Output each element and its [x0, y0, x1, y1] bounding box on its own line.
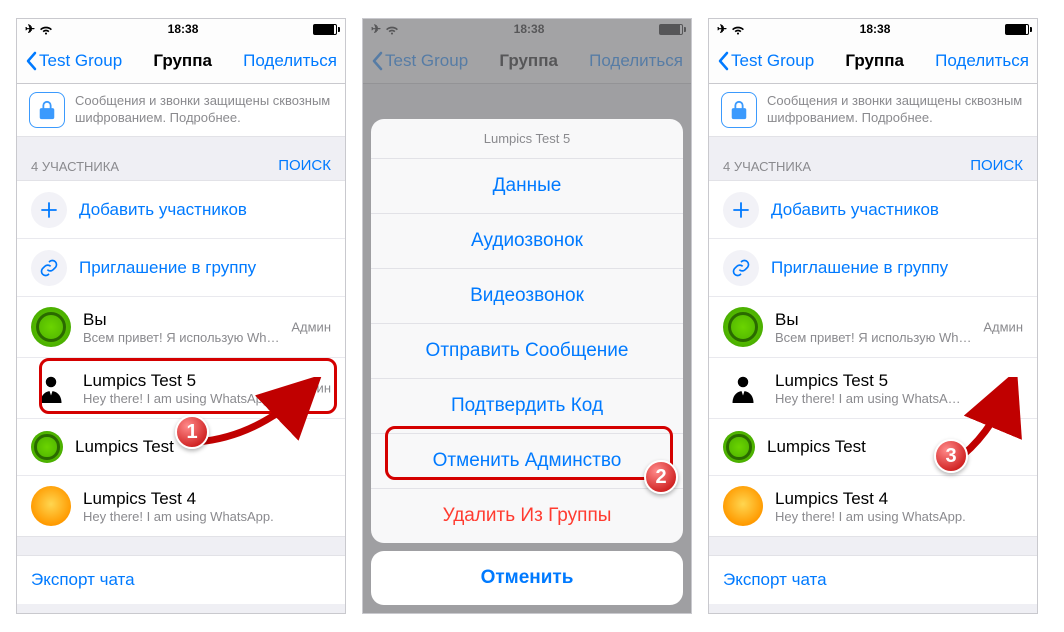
- member-lumpics4-name: Lumpics Test 4: [83, 489, 331, 509]
- participants-count: 4 УЧАСТНИКА: [723, 159, 811, 174]
- status-time: 18:38: [860, 22, 891, 36]
- sheet-cancel[interactable]: Отменить: [371, 551, 683, 605]
- avatar-lumpics4: [723, 486, 763, 526]
- link-icon: [31, 250, 67, 286]
- member-lumpics[interactable]: Lumpics Test: [17, 419, 345, 476]
- participants-list: Добавить участников Приглашение в группу…: [17, 180, 345, 537]
- member-lumpics4-status: Hey there! I am using WhatsApp.: [83, 509, 331, 524]
- action-sheet-group: Lumpics Test 5 Данные Аудиозвонок Видеоз…: [371, 119, 683, 543]
- wifi-icon: [731, 22, 745, 36]
- sheet-audio[interactable]: Аудиозвонок: [371, 213, 683, 268]
- nav-title: Группа: [153, 51, 212, 71]
- battery-icon: [1005, 24, 1029, 35]
- member-lumpics5[interactable]: Lumpics Test 5 Hey there! I am using Wha…: [709, 358, 1037, 419]
- participants-header: 4 УЧАСТНИКА ПОИСК: [709, 137, 1037, 180]
- plus-icon: [31, 192, 67, 228]
- encryption-text: Сообщения и звонки защищены сквозным шиф…: [767, 93, 1025, 127]
- link-icon: [723, 250, 759, 286]
- avatar-lumpics5: [31, 368, 71, 408]
- airplane-icon: ✈: [717, 22, 727, 36]
- export-chat-row[interactable]: Экспорт чата: [17, 555, 345, 604]
- back-label: Test Group: [731, 51, 814, 71]
- member-you-badge: Админ: [291, 320, 331, 335]
- member-lumpics[interactable]: Lumpics Test: [709, 419, 1037, 476]
- add-participants-label: Добавить участников: [771, 200, 1023, 220]
- participants-header: 4 УЧАСТНИКА ПОИСК: [17, 137, 345, 180]
- member-lumpics-name: Lumpics Test: [767, 437, 1023, 457]
- chevron-left-icon: [717, 51, 729, 71]
- share-button[interactable]: Поделиться: [243, 51, 337, 71]
- member-you-badge: Админ: [983, 320, 1023, 335]
- status-time: 18:38: [168, 22, 199, 36]
- member-lumpics-name: Lumpics Test: [75, 437, 331, 457]
- search-link[interactable]: ПОИСК: [278, 157, 331, 174]
- encryption-row[interactable]: Сообщения и звонки защищены сквозным шиф…: [17, 84, 345, 137]
- add-participants-row[interactable]: Добавить участников: [709, 181, 1037, 239]
- add-participants-row[interactable]: Добавить участников: [17, 181, 345, 239]
- avatar-you: [31, 307, 71, 347]
- sheet-video[interactable]: Видеозвонок: [371, 268, 683, 323]
- chevron-left-icon: [25, 51, 37, 71]
- member-lumpics5-badge: Админ: [291, 381, 331, 396]
- lock-icon: [721, 92, 757, 128]
- nav-title: Группа: [845, 51, 904, 71]
- invite-link-label: Приглашение в группу: [771, 258, 1023, 278]
- search-link[interactable]: ПОИСК: [970, 157, 1023, 174]
- avatar-lumpics5: [723, 368, 763, 408]
- nav-bar: Test Group Группа Поделиться: [709, 39, 1037, 84]
- status-bar: ✈ 18:38: [709, 19, 1037, 39]
- screen-2: ✈ 18:38 Test Group Группа Поделиться Lum…: [362, 18, 692, 614]
- screen-1: ✈ 18:38 Test Group Группа Поделиться Соо…: [16, 18, 346, 614]
- share-button[interactable]: Поделиться: [935, 51, 1029, 71]
- lock-icon: [29, 92, 65, 128]
- add-participants-label: Добавить участников: [79, 200, 331, 220]
- member-lumpics4[interactable]: Lumpics Test 4 Hey there! I am using Wha…: [17, 476, 345, 536]
- invite-link-label: Приглашение в группу: [79, 258, 331, 278]
- nav-bar: Test Group Группа Поделиться: [17, 39, 345, 84]
- action-sheet: Lumpics Test 5 Данные Аудиозвонок Видеоз…: [371, 119, 683, 605]
- back-label: Test Group: [39, 51, 122, 71]
- avatar-lumpics: [723, 431, 755, 463]
- member-lumpics5-status: Hey there! I am using WhatsA…: [775, 391, 1023, 406]
- sheet-title: Lumpics Test 5: [371, 119, 683, 158]
- participants-list: Добавить участников Приглашение в группу…: [709, 180, 1037, 537]
- invite-link-row[interactable]: Приглашение в группу: [709, 239, 1037, 297]
- back-button[interactable]: Test Group: [25, 51, 122, 71]
- sheet-revoke-admin[interactable]: Отменить Админство: [371, 433, 683, 488]
- back-button[interactable]: Test Group: [717, 51, 814, 71]
- member-lumpics4-status: Hey there! I am using WhatsApp.: [775, 509, 1023, 524]
- avatar-lumpics4: [31, 486, 71, 526]
- battery-icon: [313, 24, 337, 35]
- avatar-you: [723, 307, 763, 347]
- sheet-send[interactable]: Отправить Сообщение: [371, 323, 683, 378]
- member-lumpics4[interactable]: Lumpics Test 4 Hey there! I am using Wha…: [709, 476, 1037, 536]
- airplane-icon: ✈: [25, 22, 35, 36]
- member-lumpics4-name: Lumpics Test 4: [775, 489, 1023, 509]
- export-chat-row[interactable]: Экспорт чата: [709, 555, 1037, 604]
- plus-icon: [723, 192, 759, 228]
- encryption-text: Сообщения и звонки защищены сквозным шиф…: [75, 93, 333, 127]
- avatar-lumpics: [31, 431, 63, 463]
- member-you[interactable]: Вы Всем привет! Я использую Wh… Админ: [17, 297, 345, 358]
- encryption-row[interactable]: Сообщения и звонки защищены сквозным шиф…: [709, 84, 1037, 137]
- invite-link-row[interactable]: Приглашение в группу: [17, 239, 345, 297]
- member-lumpics5[interactable]: Lumpics Test 5 Hey there! I am using Wha…: [17, 358, 345, 419]
- member-you[interactable]: Вы Всем привет! Я использую Wh… Админ: [709, 297, 1037, 358]
- wifi-icon: [39, 22, 53, 36]
- sheet-remove[interactable]: Удалить Из Группы: [371, 488, 683, 543]
- sheet-info[interactable]: Данные: [371, 158, 683, 213]
- member-lumpics5-name: Lumpics Test 5: [775, 371, 1023, 391]
- status-bar: ✈ 18:38: [17, 19, 345, 39]
- participants-count: 4 УЧАСТНИКА: [31, 159, 119, 174]
- sheet-verify[interactable]: Подтвердить Код: [371, 378, 683, 433]
- screen-3: ✈ 18:38 Test Group Группа Поделиться Соо…: [708, 18, 1038, 614]
